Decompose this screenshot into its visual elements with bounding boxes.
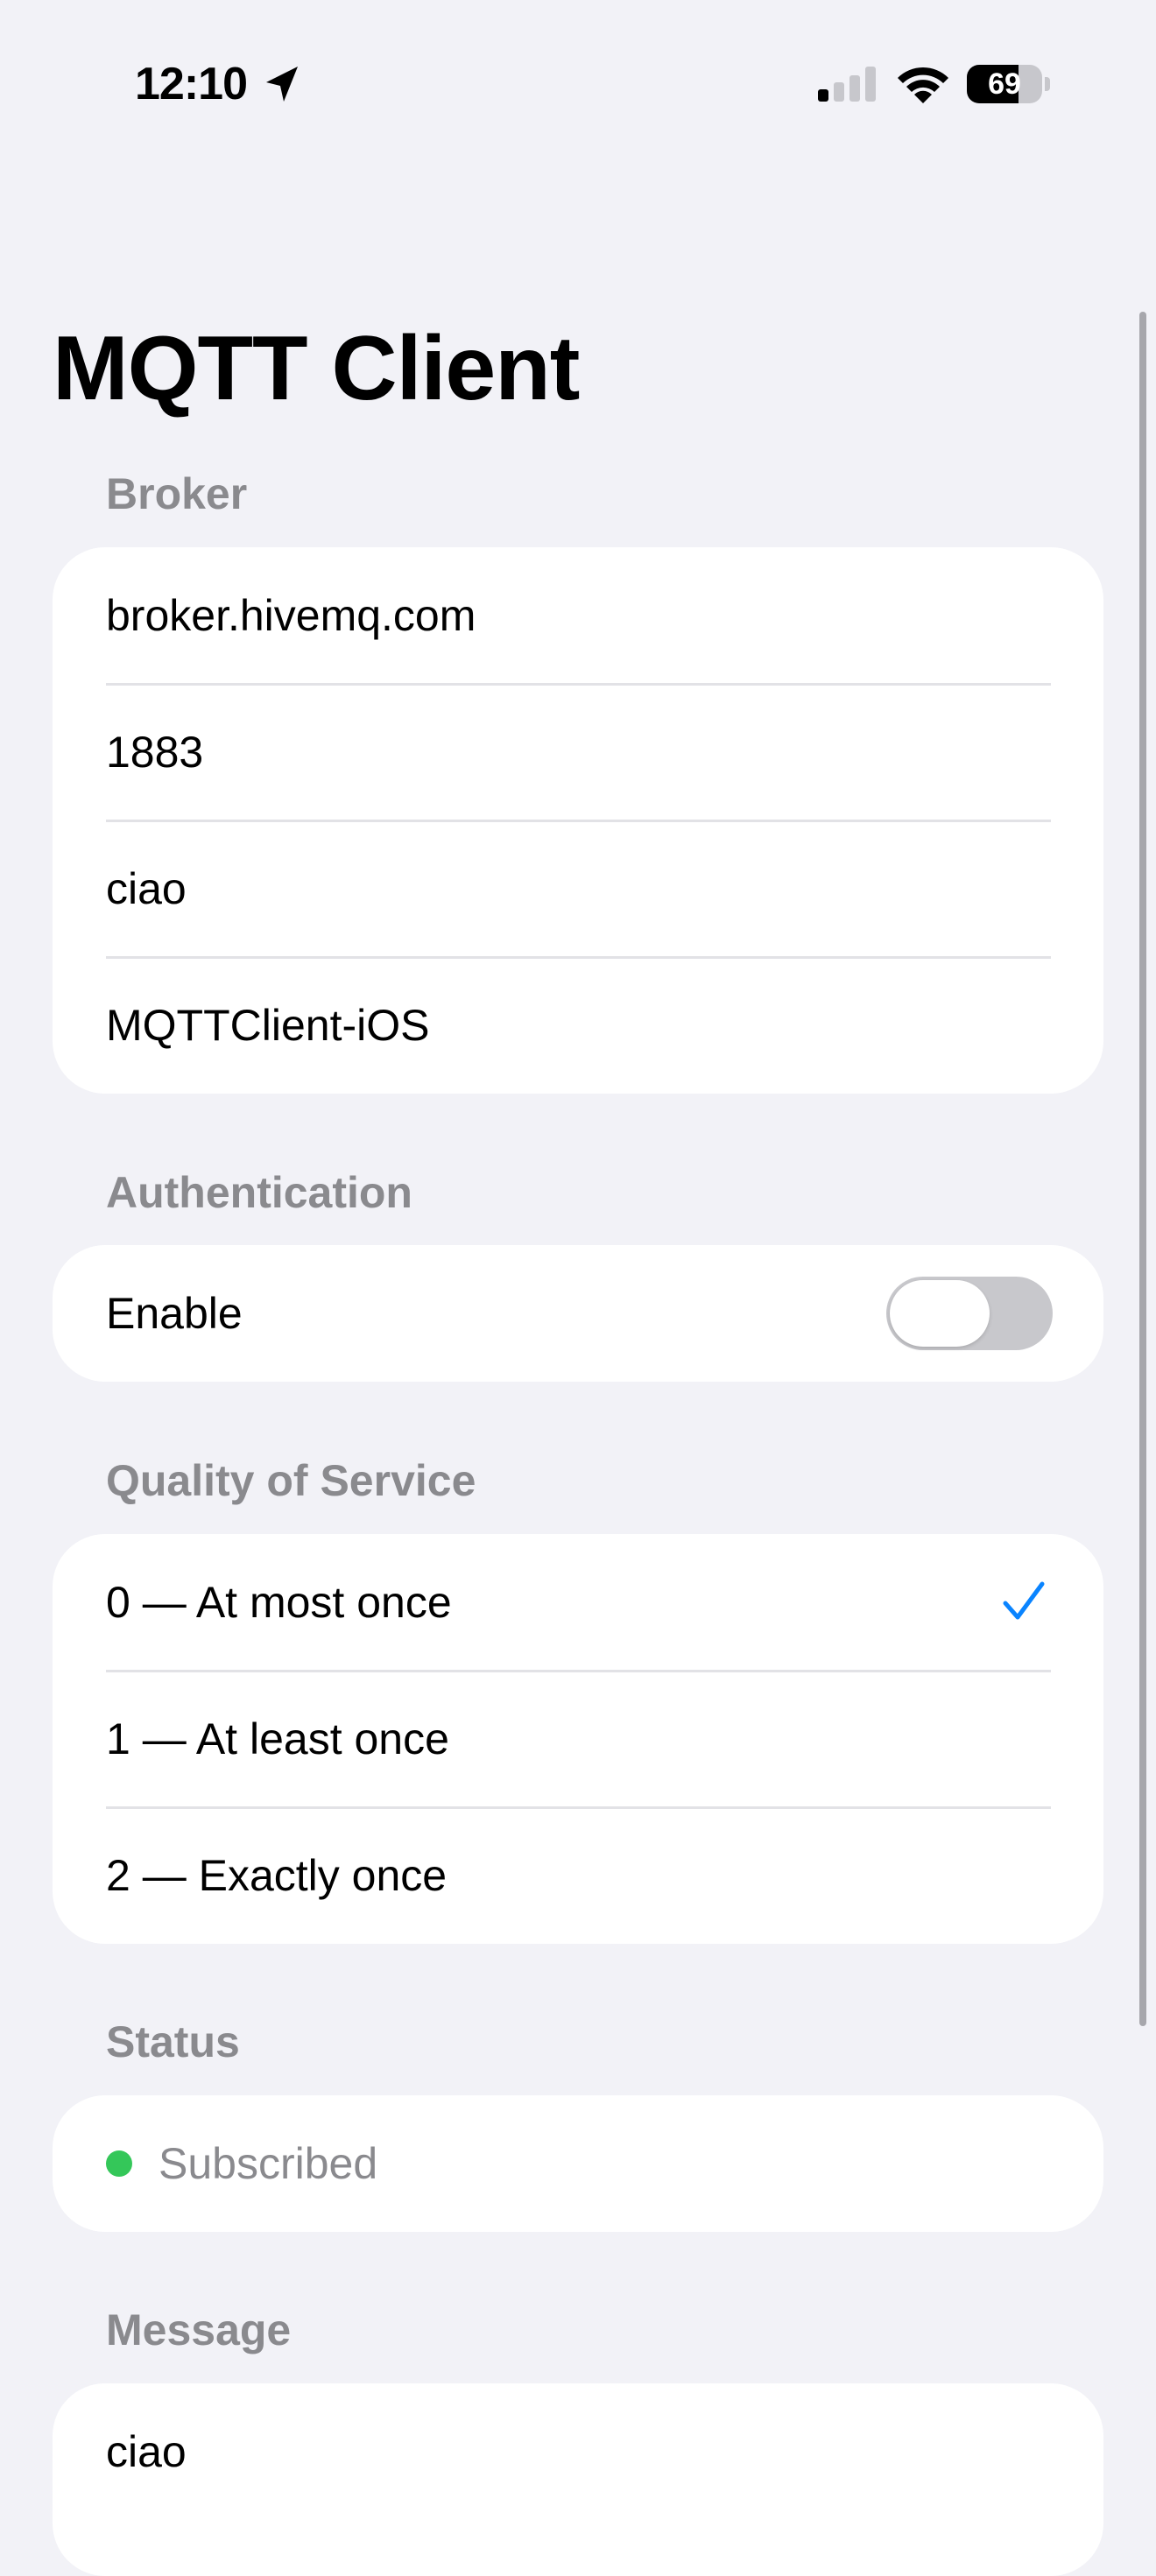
section-header-authentication: Authentication bbox=[106, 1168, 412, 1217]
scroll-indicator[interactable] bbox=[1139, 312, 1146, 2026]
broker-topic-value: ciao bbox=[106, 864, 187, 913]
message-value: ciao bbox=[106, 2427, 187, 2476]
page-title: MQTT Client bbox=[53, 318, 580, 419]
battery-icon: 69 bbox=[967, 65, 1051, 103]
broker-card: broker.hivemq.com 1883 ciao MQTTClient-i… bbox=[53, 547, 1103, 1094]
section-header-message: Message bbox=[106, 2305, 292, 2354]
broker-port-field[interactable]: 1883 bbox=[53, 683, 1103, 820]
section-header-status: Status bbox=[106, 2017, 240, 2066]
toggle-knob bbox=[890, 1280, 990, 1347]
broker-host-field[interactable]: broker.hivemq.com bbox=[53, 547, 1103, 684]
section-header-qos: Quality of Service bbox=[106, 1456, 476, 1505]
qos-option-label: 0 — At most once bbox=[106, 1578, 452, 1627]
broker-port-value: 1883 bbox=[106, 728, 204, 777]
broker-topic-field[interactable]: ciao bbox=[53, 820, 1103, 957]
status-row: Subscribed bbox=[53, 2095, 1103, 2232]
message-field[interactable]: ciao bbox=[53, 2383, 1103, 2520]
authentication-enable-row: Enable bbox=[53, 1245, 1103, 1382]
broker-client-id-field[interactable]: MQTTClient-iOS bbox=[53, 956, 1103, 1094]
wifi-icon bbox=[898, 67, 948, 103]
broker-client-id-value: MQTTClient-iOS bbox=[106, 1001, 430, 1050]
qos-card: 0 — At most once 1 — At least once 2 — E… bbox=[53, 1534, 1103, 1944]
status-text: Subscribed bbox=[159, 2139, 378, 2188]
cellular-signal-icon bbox=[818, 67, 876, 102]
checkmark-icon bbox=[1003, 1581, 1045, 1620]
authentication-enable-label: Enable bbox=[106, 1289, 243, 1338]
qos-option-0[interactable]: 0 — At most once bbox=[53, 1534, 1103, 1671]
qos-option-label: 1 — At least once bbox=[106, 1714, 449, 1763]
section-header-broker: Broker bbox=[106, 469, 248, 518]
status-bar: 12:10 69 bbox=[0, 0, 1156, 166]
qos-option-1[interactable]: 1 — At least once bbox=[53, 1670, 1103, 1807]
status-card: Subscribed bbox=[53, 2095, 1103, 2232]
authentication-enable-toggle[interactable] bbox=[886, 1277, 1053, 1350]
qos-option-2[interactable]: 2 — Exactly once bbox=[53, 1806, 1103, 1944]
qos-option-label: 2 — Exactly once bbox=[106, 1851, 448, 1900]
battery-level: 69 bbox=[988, 67, 1021, 101]
status-indicator-dot bbox=[106, 2150, 132, 2177]
status-time: 12:10 bbox=[135, 59, 248, 109]
authentication-card: Enable bbox=[53, 1245, 1103, 1382]
broker-host-value: broker.hivemq.com bbox=[106, 591, 476, 640]
message-card: ciao bbox=[53, 2383, 1103, 2576]
location-arrow-icon bbox=[266, 67, 298, 102]
